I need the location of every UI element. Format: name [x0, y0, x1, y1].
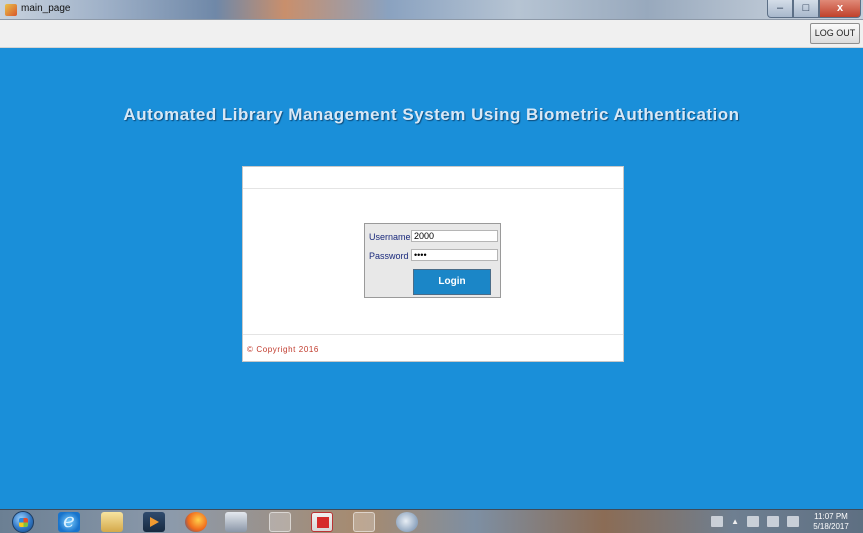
folder-icon[interactable] — [101, 512, 123, 532]
password-input[interactable]: •••• — [411, 249, 498, 261]
tools-icon[interactable] — [396, 512, 418, 532]
username-input[interactable]: 2000 — [411, 230, 498, 242]
main-area: Automated Library Management System Usin… — [0, 48, 863, 509]
panel-header-divider — [243, 188, 623, 189]
logout-button[interactable]: LOG OUT — [810, 23, 860, 44]
device-icon[interactable] — [747, 516, 759, 527]
windows-start-icon[interactable] — [12, 511, 34, 533]
login-form: Username 2000 Password •••• Login — [364, 223, 501, 298]
windows-flag-icon — [19, 518, 28, 527]
window-titlebar: main_page – □ x — [0, 0, 863, 20]
word-icon[interactable] — [269, 512, 291, 532]
maximize-button[interactable]: □ — [793, 0, 819, 18]
action-center-icon[interactable] — [787, 516, 799, 527]
minimize-button[interactable]: – — [767, 0, 793, 18]
pdf-icon[interactable] — [311, 512, 333, 532]
firefox-icon[interactable] — [185, 512, 207, 532]
panel-footer-divider — [243, 334, 623, 335]
app-icon[interactable] — [225, 512, 247, 532]
document-icon[interactable] — [353, 512, 375, 532]
show-hidden-icons-icon[interactable]: ▲ — [731, 516, 739, 527]
network-icon[interactable] — [767, 516, 779, 527]
copyright-text: © Copyright 2016 — [247, 345, 319, 354]
clock-time: 11:07 PM — [814, 512, 848, 521]
internet-explorer-icon[interactable] — [58, 508, 80, 532]
taskbar: ▲ 11:07 PM 5/18/2017 — [0, 508, 863, 533]
window-controls: – □ x — [767, 0, 861, 18]
password-label: Password — [369, 251, 409, 261]
keyboard-icon[interactable] — [711, 516, 724, 527]
login-panel: Username 2000 Password •••• Login © Copy… — [242, 166, 624, 362]
menu-strip: LOG OUT — [0, 20, 863, 48]
clock-date: 5/18/2017 — [813, 522, 849, 531]
login-button[interactable]: Login — [413, 269, 491, 295]
media-player-icon[interactable] — [143, 512, 165, 532]
username-label: Username — [369, 232, 411, 242]
app-icon — [5, 4, 17, 16]
taskbar-clock[interactable]: 11:07 PM 5/18/2017 — [803, 512, 859, 532]
close-button[interactable]: x — [819, 0, 861, 18]
app-title: Automated Library Management System Usin… — [123, 105, 740, 124]
window-title: main_page — [21, 3, 71, 14]
system-tray: ▲ — [711, 516, 799, 527]
